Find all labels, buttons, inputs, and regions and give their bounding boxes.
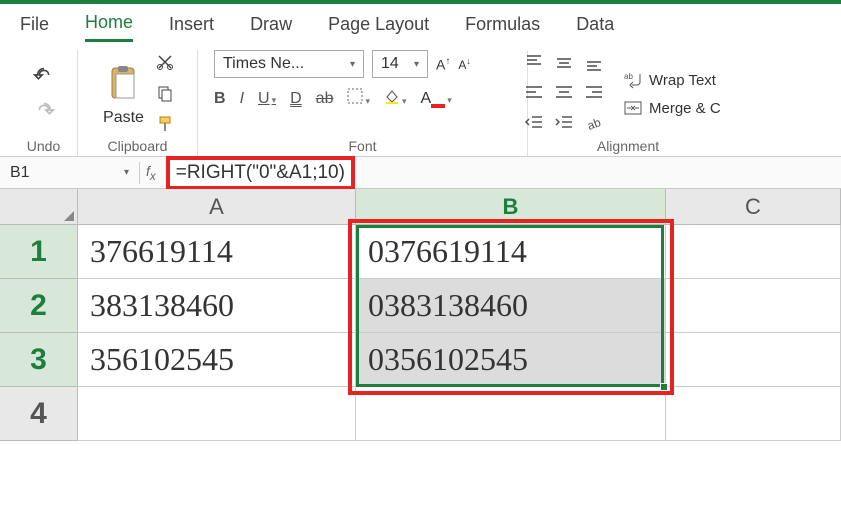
decrease-indent-icon[interactable] xyxy=(523,112,547,136)
ribbon-body: Undo Paste xyxy=(0,42,841,157)
font-size-value: 14 xyxy=(381,55,399,73)
redo-icon[interactable] xyxy=(33,99,55,124)
clipboard-group: Paste Clipboard xyxy=(78,50,198,156)
cell-a4[interactable] xyxy=(78,387,356,441)
cell-b3[interactable]: 0356102545 xyxy=(356,333,666,387)
merge-center-label: Merge & C xyxy=(649,100,721,117)
tab-insert[interactable]: Insert xyxy=(169,14,214,41)
chevron-down-icon: ▾ xyxy=(350,59,355,70)
row-header-3[interactable]: 3 xyxy=(0,333,78,387)
align-middle-icon[interactable] xyxy=(553,52,577,76)
font-name-value: Times Ne... xyxy=(223,55,304,73)
paste-icon[interactable] xyxy=(102,62,146,109)
align-top-icon[interactable] xyxy=(523,52,547,76)
svg-text:ab: ab xyxy=(585,115,603,133)
row-header-1[interactable]: 1 xyxy=(0,225,78,279)
row-header-2[interactable]: 2 xyxy=(0,279,78,333)
cell-a1[interactable]: 376619114 xyxy=(78,225,356,279)
row-header-4[interactable]: 4 xyxy=(0,387,78,441)
undo-icon[interactable] xyxy=(33,64,55,89)
border-button[interactable]: ▾ xyxy=(347,88,370,109)
cell-b4[interactable] xyxy=(356,387,666,441)
undo-group: Undo xyxy=(10,50,78,156)
clipboard-label: Clipboard xyxy=(108,138,168,156)
tab-page-layout[interactable]: Page Layout xyxy=(328,14,429,41)
wrap-text-button[interactable]: ab Wrap Text xyxy=(623,70,733,90)
double-underline-button[interactable]: D xyxy=(290,90,302,108)
formula-bar: B1 ▾ fx =RIGHT("0"&A1;10) xyxy=(0,157,841,189)
undo-group-label: Undo xyxy=(27,138,60,156)
strike-button[interactable]: ab xyxy=(316,90,334,108)
font-size-select[interactable]: 14 ▾ xyxy=(372,50,428,78)
fx-icon[interactable]: fx xyxy=(146,163,156,183)
select-all-corner[interactable] xyxy=(0,189,78,225)
align-right-icon[interactable] xyxy=(583,82,607,106)
col-header-b[interactable]: B xyxy=(356,189,666,225)
name-box[interactable]: B1 ▾ xyxy=(0,162,140,184)
font-name-select[interactable]: Times Ne... ▾ xyxy=(214,50,364,78)
chevron-down-icon: ▾ xyxy=(124,167,129,178)
tab-draw[interactable]: Draw xyxy=(250,14,292,41)
paste-label[interactable]: Paste xyxy=(103,109,144,127)
cell-c3[interactable] xyxy=(666,333,841,387)
cell-c2[interactable] xyxy=(666,279,841,333)
svg-text:ab: ab xyxy=(624,72,633,81)
align-left-icon[interactable] xyxy=(523,82,547,106)
tab-home[interactable]: Home xyxy=(85,12,133,42)
fill-handle[interactable] xyxy=(660,383,668,391)
alignment-group: ab ab Wrap Text Merge & C Alignment xyxy=(528,50,718,156)
name-box-value: B1 xyxy=(10,164,30,182)
decrease-font-icon[interactable]: A↓ xyxy=(458,56,471,72)
align-bottom-icon[interactable] xyxy=(583,52,607,76)
bold-button[interactable]: B xyxy=(214,90,226,108)
cell-b2[interactable]: 0383138460 xyxy=(356,279,666,333)
font-color-button[interactable]: A▾ xyxy=(421,90,452,108)
merge-center-button[interactable]: Merge & C xyxy=(623,98,733,118)
copy-icon[interactable] xyxy=(156,84,174,105)
font-group: Times Ne... ▾ 14 ▾ A↑ A↓ B I U▾ D ab ▾ ▾… xyxy=(198,50,528,156)
col-header-a[interactable]: A xyxy=(78,189,356,225)
chevron-down-icon: ▾ xyxy=(414,59,419,70)
increase-indent-icon[interactable] xyxy=(553,112,577,136)
italic-button[interactable]: I xyxy=(240,90,244,108)
cell-c4[interactable] xyxy=(666,387,841,441)
cell-a3[interactable]: 356102545 xyxy=(78,333,356,387)
align-center-icon[interactable] xyxy=(553,82,577,106)
alignment-label: Alignment xyxy=(597,138,659,156)
col-header-c[interactable]: C xyxy=(666,189,841,225)
cell-b1[interactable]: 0376619114 xyxy=(356,225,666,279)
format-painter-icon[interactable] xyxy=(156,115,174,136)
wrap-text-label: Wrap Text xyxy=(649,72,716,89)
cell-c1[interactable] xyxy=(666,225,841,279)
tab-formulas[interactable]: Formulas xyxy=(465,14,540,41)
spreadsheet-grid: A B C 1 376619114 0376619114 2 383138460… xyxy=(0,189,841,441)
cut-icon[interactable] xyxy=(156,53,174,74)
fill-color-button[interactable]: ▾ xyxy=(384,88,407,109)
orientation-icon[interactable]: ab xyxy=(583,112,607,136)
tab-file[interactable]: File xyxy=(20,14,49,41)
cell-a2[interactable]: 383138460 xyxy=(78,279,356,333)
underline-button[interactable]: U▾ xyxy=(258,90,276,108)
formula-input[interactable]: =RIGHT("0"&A1;10) xyxy=(166,156,355,190)
increase-font-icon[interactable]: A↑ xyxy=(436,56,450,73)
ribbon-tabs: File Home Insert Draw Page Layout Formul… xyxy=(0,4,841,42)
formula-value: =RIGHT("0"&A1;10) xyxy=(176,162,345,183)
tab-data[interactable]: Data xyxy=(576,14,620,41)
font-label: Font xyxy=(348,138,376,156)
